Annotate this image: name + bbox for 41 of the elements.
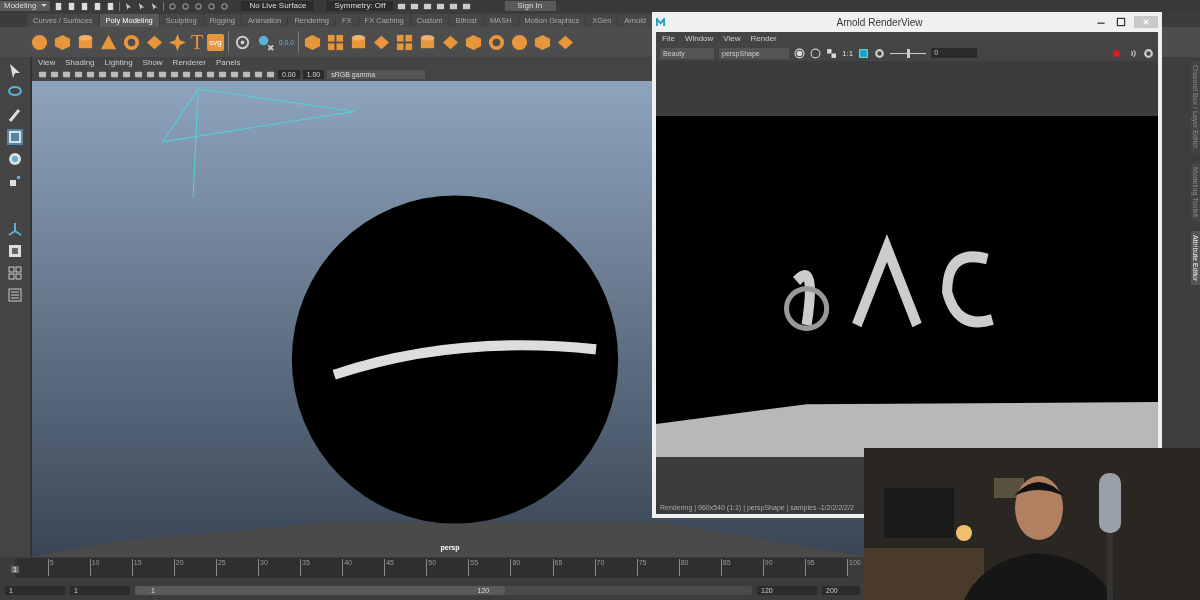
star-icon[interactable] <box>168 32 187 52</box>
checker-icon[interactable] <box>826 47 837 59</box>
menu-item[interactable]: View <box>723 34 741 43</box>
type-tool[interactable]: T <box>191 32 204 52</box>
grid-icon[interactable] <box>395 32 415 52</box>
panel-menu-item[interactable]: Show <box>142 58 163 67</box>
sphere-icon[interactable] <box>30 32 49 52</box>
symmetry-dropdown[interactable]: Symmetry: Off <box>326 1 394 11</box>
torus-icon[interactable] <box>122 32 141 52</box>
move-icon[interactable] <box>7 129 23 145</box>
cube-icon[interactable] <box>464 32 484 52</box>
torus-icon[interactable] <box>487 32 507 52</box>
panel-menu-item[interactable]: Renderer <box>172 58 206 67</box>
frame-icon[interactable] <box>858 47 870 59</box>
brush-icon[interactable] <box>7 107 23 123</box>
cube-icon[interactable] <box>303 32 323 52</box>
menu-item[interactable]: File <box>662 34 675 43</box>
rotate-icon[interactable] <box>7 151 23 167</box>
sphere-icon[interactable] <box>510 32 530 52</box>
panel-menu-item[interactable]: Panels <box>215 58 241 67</box>
panel-menu-item[interactable]: Lighting <box>104 58 133 67</box>
panel-menu-item[interactable]: View <box>38 58 56 67</box>
grid-icon[interactable] <box>326 32 346 52</box>
layout-icon[interactable] <box>7 243 23 259</box>
ratio-button[interactable]: 1:1 <box>842 48 854 58</box>
scale-icon[interactable] <box>7 173 23 189</box>
cube-icon[interactable] <box>533 32 553 52</box>
live-surface-field[interactable]: No Live Surface <box>241 1 315 11</box>
maximize-icon[interactable] <box>1114 16 1128 28</box>
cube-icon[interactable] <box>53 32 72 52</box>
cone-icon[interactable] <box>99 32 118 52</box>
sign-in-dropdown[interactable]: Sign In <box>505 1 557 11</box>
window-title: Arnold RenderView <box>835 16 924 28</box>
app-logo-icon <box>656 17 665 27</box>
axis-icon[interactable] <box>7 221 23 237</box>
menu-item[interactable]: Render <box>750 34 777 43</box>
menu-item[interactable]: Window <box>684 34 714 43</box>
panel-menu-item[interactable]: Shading <box>65 58 95 67</box>
four-view-icon[interactable] <box>7 265 23 281</box>
outliner-icon[interactable] <box>7 287 23 303</box>
exposure-slider-thumb[interactable] <box>907 48 911 58</box>
